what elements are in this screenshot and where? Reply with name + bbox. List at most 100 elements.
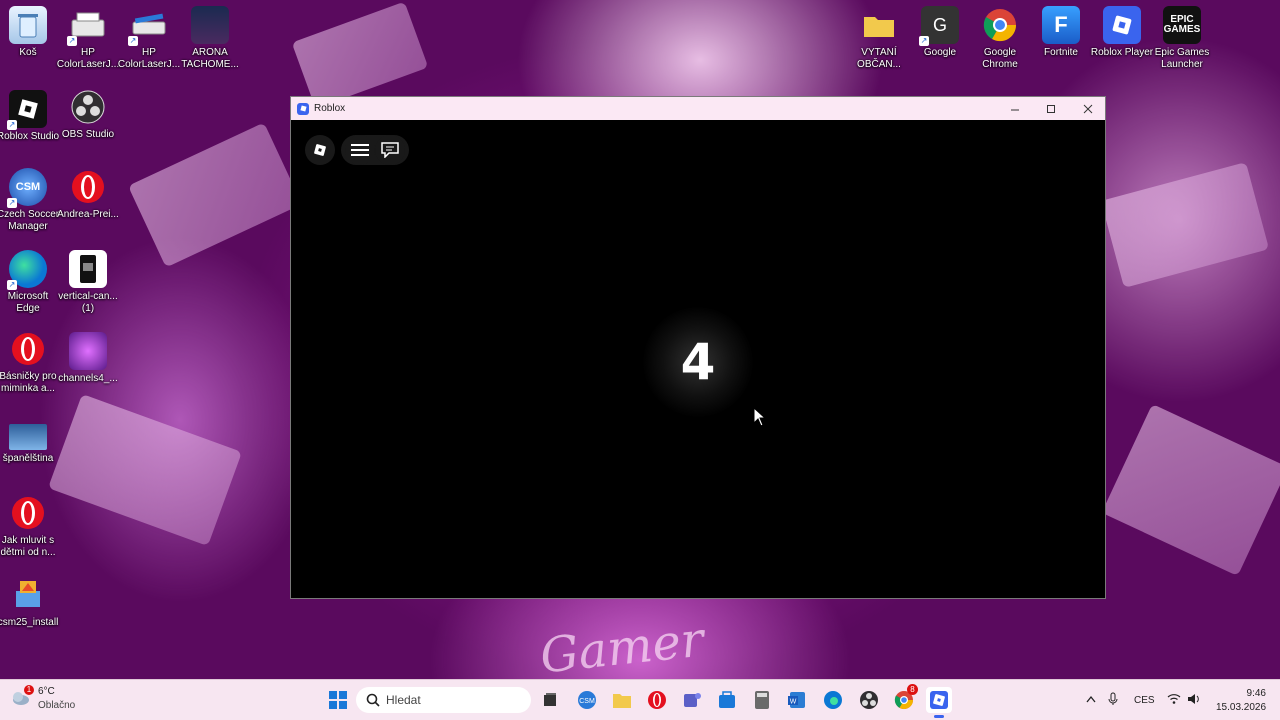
taskbar-file-explorer[interactable]	[610, 688, 634, 712]
fortnite-icon: F	[1042, 6, 1080, 44]
wallpaper-money	[291, 1, 429, 109]
speaker-icon	[1188, 693, 1199, 704]
taskbar-chrome[interactable]: 8	[892, 684, 918, 712]
maximize-icon	[1047, 104, 1055, 113]
desktop-icon-fortnite[interactable]: F Fortnite	[1031, 6, 1091, 59]
clock[interactable]: 9:46 15.03.2026	[1216, 688, 1266, 713]
desktop-icon-roblox-studio[interactable]: ↗ Roblox Studio	[0, 90, 59, 143]
close-button[interactable]	[1070, 97, 1106, 120]
shortcut-arrow-icon: ↗	[7, 280, 17, 290]
taskbar-teams[interactable]	[680, 688, 704, 712]
opera-icon	[9, 330, 47, 368]
taskbar-edge[interactable]	[821, 688, 845, 712]
weather-badge: 1	[24, 685, 34, 695]
roblox-window[interactable]: Roblox 4	[290, 96, 1106, 599]
edge-icon: ↗	[7, 250, 47, 290]
desktop-icon-csm25-install[interactable]: csm25_install	[0, 576, 58, 629]
volume-button[interactable]	[1184, 693, 1204, 708]
roblox-topbar	[305, 135, 409, 165]
desktop-icon-google-chrome[interactable]: Google Chrome	[970, 6, 1030, 71]
active-app-indicator	[934, 715, 944, 718]
roblox-player-icon	[1103, 6, 1141, 44]
epic-games-icon: EPIC GAMES	[1163, 6, 1201, 44]
desktop-icon-spanelstina[interactable]: španělština	[0, 424, 58, 465]
soccer-manager-icon: CSM ↗	[7, 168, 47, 208]
desktop-icon-channels4[interactable]: channels4_...	[58, 332, 118, 385]
chrome-notification-badge: 8	[907, 684, 918, 695]
desktop-icon-andrea[interactable]: Andrea-Prei...	[57, 168, 119, 221]
clock-date: 15.03.2026	[1216, 701, 1267, 713]
desktop-icon-jak-mluvit[interactable]: Jak mluvit s dětmi od n...	[0, 494, 58, 559]
close-icon	[1083, 104, 1093, 113]
word-icon: W	[788, 692, 805, 708]
desktop-icon-roblox-player[interactable]: Roblox Player	[1091, 6, 1153, 59]
wallpaper-gamer-text: Gamer	[537, 611, 707, 685]
desktop-icon-obs-studio[interactable]: OBS Studio	[58, 88, 118, 141]
system-tray: CES 9:46 15.03.2026	[1082, 680, 1266, 720]
taskbar-task-view[interactable]	[538, 688, 562, 712]
windows-icon	[329, 691, 347, 709]
chevron-up-icon	[1086, 695, 1096, 702]
hamburger-menu-button[interactable]	[345, 135, 375, 165]
mouse-cursor-icon	[753, 407, 767, 427]
image-file-icon	[69, 332, 107, 370]
search-placeholder: Hledat	[386, 693, 421, 707]
taskbar-app-csm[interactable]: CSM	[575, 688, 599, 712]
svg-text:W: W	[790, 699, 797, 706]
language-indicator[interactable]: CES	[1134, 695, 1164, 706]
desktop-icon-vitani-obcan[interactable]: VYTANÍ OBČAN...	[849, 6, 909, 71]
store-icon	[719, 691, 735, 708]
recycle-bin-icon	[9, 6, 47, 44]
taskbar-word[interactable]: W	[785, 688, 809, 712]
wifi-icon	[1167, 693, 1181, 704]
opera-icon	[69, 168, 107, 206]
edge-icon	[824, 691, 842, 709]
installer-icon	[9, 576, 47, 614]
window-title: Roblox	[314, 103, 346, 114]
desktop-icon-vertical-can[interactable]: vertical-can... (1)	[58, 250, 118, 315]
video-file-icon	[9, 424, 47, 450]
desktop-icon-arona-tachometer[interactable]: ARONA TACHOME...	[180, 6, 240, 71]
microphone-button[interactable]	[1100, 692, 1126, 709]
desktop-icon-google[interactable]: G ↗ Google	[910, 6, 970, 59]
desktop-icon-hp-printer-2[interactable]: ↗ HP ColorLaserJ...	[118, 6, 180, 71]
wallpaper-money	[128, 122, 302, 268]
shortcut-arrow-icon: ↗	[7, 198, 17, 208]
desktop-icon-microsoft-edge[interactable]: ↗ Microsoft Edge	[0, 250, 58, 315]
taskbar-calculator[interactable]	[750, 688, 774, 712]
show-hidden-icons-button[interactable]	[1082, 695, 1100, 706]
taskbar-roblox[interactable]	[926, 687, 952, 718]
calculator-icon	[755, 691, 769, 709]
scanner-icon: ↗	[128, 6, 168, 46]
taskbar-store[interactable]	[715, 688, 739, 712]
shortcut-arrow-icon: ↗	[67, 36, 77, 46]
opera-icon	[648, 691, 666, 709]
taskbar-search-box[interactable]: Hledat	[356, 687, 531, 713]
soccer-manager-icon: CSM	[578, 691, 596, 709]
desktop-icon-basnicky[interactable]: Básničky pro miminka a...	[0, 330, 58, 395]
desktop-icon-czech-soccer-manager[interactable]: CSM ↗ Czech Soccer Manager	[0, 168, 59, 233]
maximize-button[interactable]	[1033, 97, 1069, 120]
wallpaper-money	[48, 393, 242, 547]
chat-icon	[381, 142, 399, 158]
obs-icon	[69, 88, 107, 126]
minimize-button[interactable]	[997, 97, 1033, 120]
window-titlebar[interactable]: Roblox	[291, 97, 1105, 120]
wallpaper-money	[1101, 403, 1280, 577]
task-view-icon	[544, 693, 556, 706]
search-icon	[366, 693, 380, 707]
chat-button[interactable]	[375, 135, 405, 165]
taskbar-opera[interactable]	[645, 688, 669, 712]
countdown-number: 4	[643, 307, 753, 417]
folder-icon	[860, 6, 898, 44]
roblox-menu-button[interactable]	[305, 135, 335, 165]
printer-icon: ↗	[67, 6, 107, 46]
menu-icon	[351, 144, 369, 156]
start-button[interactable]	[326, 688, 350, 712]
weather-widget[interactable]: 1 6°C Oblačno	[10, 684, 100, 716]
desktop-icon-epic-games[interactable]: EPIC GAMES Epic Games Launcher	[1152, 6, 1212, 71]
taskbar-obs[interactable]	[857, 688, 881, 712]
desktop-icon-recycle-bin[interactable]: Koš	[0, 6, 58, 59]
wifi-button[interactable]	[1164, 693, 1184, 708]
desktop-icon-hp-printer-1[interactable]: ↗ HP ColorLaserJ...	[57, 6, 119, 71]
